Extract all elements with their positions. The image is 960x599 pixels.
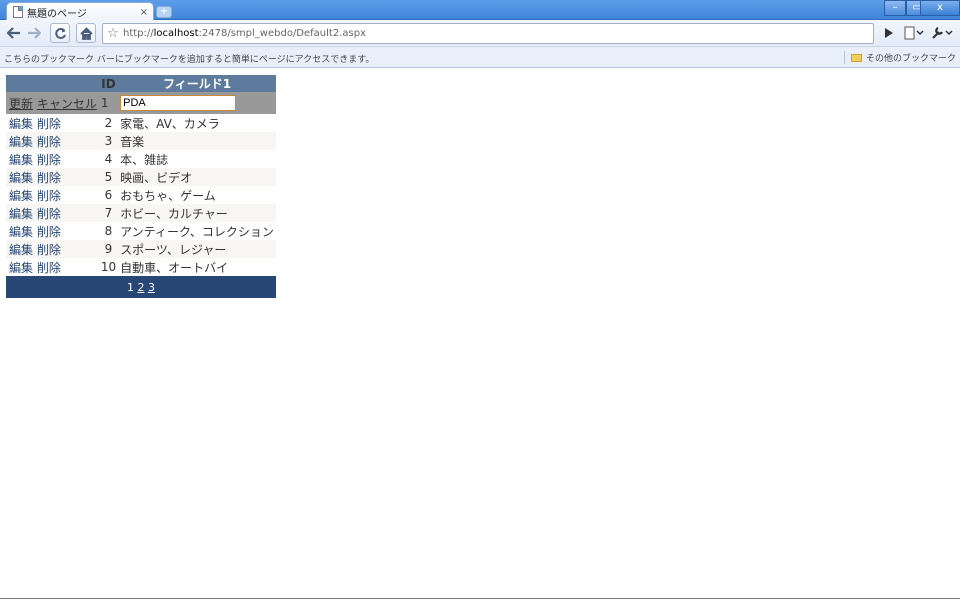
row-commands: 編集 削除 — [6, 204, 99, 222]
table-row: 編集 削除 5 映画、ビデオ — [6, 168, 276, 186]
row-field1: ホビー、カルチャー — [118, 204, 276, 222]
field1-input[interactable] — [120, 95, 237, 111]
delete-link[interactable]: 削除 — [37, 243, 61, 257]
pager: 1 2 3 — [6, 276, 276, 298]
table-row: 編集 削除 4 本、雑誌 — [6, 150, 276, 168]
address-bar[interactable]: ☆ http://localhost:2478/smpl_webdo/Defau… — [102, 23, 874, 44]
row-field1: 音楽 — [118, 132, 276, 150]
row-commands: 編集 削除 — [6, 150, 99, 168]
edit-link[interactable]: 編集 — [9, 135, 33, 149]
wrench-menu-icon[interactable] — [930, 23, 954, 43]
row-field1: アンティーク、コレクション — [118, 222, 276, 240]
bookmark-star-icon[interactable]: ☆ — [103, 26, 123, 41]
edit-link[interactable]: 編集 — [9, 243, 33, 257]
row-commands: 編集 削除 — [6, 240, 99, 258]
tab-close-icon[interactable]: × — [140, 7, 148, 18]
reload-icon[interactable] — [50, 23, 70, 43]
table-row: 編集 削除 6 おもちゃ、ゲーム — [6, 186, 276, 204]
pager-current-page: 1 — [126, 280, 134, 294]
row-id: 10 — [98, 258, 119, 276]
pager-row: 1 2 3 — [6, 276, 276, 298]
bookmark-hint: こちらのブックマーク バーにブックマークを追加すると簡単にページにアクセスできま… — [4, 55, 375, 65]
row-id: 6 — [98, 186, 119, 204]
row-field1: 映画、ビデオ — [118, 168, 276, 186]
row-commands: 編集 削除 — [6, 132, 99, 150]
row-id: 5 — [98, 168, 119, 186]
row-commands: 編集 削除 — [6, 258, 99, 276]
header-field1: フィールド1 — [118, 75, 276, 92]
forward-arrow-icon[interactable] — [24, 23, 44, 43]
other-bookmarks-label: その他のブックマーク — [865, 54, 956, 64]
delete-link[interactable]: 削除 — [37, 153, 61, 167]
row-id: 4 — [98, 150, 119, 168]
row-commands: 編集 削除 — [6, 168, 99, 186]
delete-link[interactable]: 削除 — [37, 207, 61, 221]
bookmark-bar: こちらのブックマーク バーにブックマークを追加すると簡単にページにアクセスできま… — [0, 47, 960, 68]
row-id: 7 — [98, 204, 119, 222]
delete-link[interactable]: 削除 — [37, 171, 61, 185]
row-id: 9 — [98, 240, 119, 258]
row-id: 2 — [98, 114, 119, 132]
edit-link[interactable]: 編集 — [9, 261, 33, 275]
row-id: 3 — [98, 132, 119, 150]
other-bookmarks-button[interactable]: その他のブックマーク — [843, 51, 956, 64]
page-menu-icon[interactable] — [902, 23, 926, 43]
row-commands: 編集 削除 — [6, 114, 99, 132]
delete-link[interactable]: 削除 — [37, 225, 61, 239]
edit-row: 更新 キャンセル 1 — [6, 92, 276, 114]
edit-row-field — [118, 92, 276, 114]
edit-link[interactable]: 編集 — [9, 225, 33, 239]
new-tab-button[interactable]: + — [156, 6, 172, 18]
data-grid: ID フィールド1 更新 キャンセル 1 編集 削除2家電、AV、カメラ編集 削… — [6, 75, 276, 298]
edit-link[interactable]: 編集 — [9, 153, 33, 167]
update-link[interactable]: 更新 — [9, 97, 33, 111]
table-row: 編集 削除 3 音楽 — [6, 132, 276, 150]
home-icon[interactable] — [76, 23, 96, 43]
pager-link-3[interactable]: 3 — [148, 281, 155, 294]
row-commands: 編集 削除 — [6, 222, 99, 240]
header-id: ID — [98, 75, 119, 92]
row-field1: 家電、AV、カメラ — [118, 114, 276, 132]
table-row: 編集 削除 9 スポーツ、レジャー — [6, 240, 276, 258]
edit-link[interactable]: 編集 — [9, 117, 33, 131]
delete-link[interactable]: 削除 — [37, 261, 61, 275]
tab-title: 無題のページ — [27, 8, 87, 20]
row-field1: スポーツ、レジャー — [118, 240, 276, 258]
back-arrow-icon[interactable] — [4, 23, 24, 43]
row-field1: 自動車、オートバイ — [118, 258, 276, 276]
delete-link[interactable]: 削除 — [37, 117, 61, 131]
edit-link[interactable]: 編集 — [9, 189, 33, 203]
delete-link[interactable]: 削除 — [37, 135, 61, 149]
row-field1: おもちゃ、ゲーム — [118, 186, 276, 204]
title-bar: 無題のページ × + – ▭ x — [0, 0, 960, 21]
edit-row-commands: 更新 キャンセル — [6, 92, 99, 114]
table-row: 編集 削除 2 家電、AV、カメラ — [6, 114, 276, 132]
header-command — [6, 75, 99, 92]
grid-header-row: ID フィールド1 — [6, 75, 276, 92]
row-id: 8 — [98, 222, 119, 240]
go-arrow-icon[interactable] — [878, 23, 898, 43]
table-row: 編集 削除 10 自動車、オートバイ — [6, 258, 276, 276]
table-row: 編集 削除 7 ホビー、カルチャー — [6, 204, 276, 222]
delete-link[interactable]: 削除 — [37, 189, 61, 203]
folder-icon — [850, 53, 862, 62]
edit-link[interactable]: 編集 — [9, 207, 33, 221]
row-commands: 編集 削除 — [6, 186, 99, 204]
pager-link-2[interactable]: 2 — [137, 281, 144, 294]
edit-link[interactable]: 編集 — [9, 171, 33, 185]
minimize-button[interactable]: – — [884, 0, 906, 16]
edit-row-id: 1 — [98, 92, 119, 114]
cancel-link[interactable]: キャンセル — [37, 97, 97, 111]
page-icon — [13, 6, 23, 18]
browser-tab[interactable]: 無題のページ × — [6, 2, 154, 21]
row-field1: 本、雑誌 — [118, 150, 276, 168]
url-text: http://localhost:2478/smpl_webdo/Default… — [123, 28, 366, 39]
close-window-button[interactable]: x — [920, 0, 960, 16]
table-row: 編集 削除 8 アンティーク、コレクション — [6, 222, 276, 240]
browser-toolbar: ☆ http://localhost:2478/smpl_webdo/Defau… — [0, 20, 960, 47]
